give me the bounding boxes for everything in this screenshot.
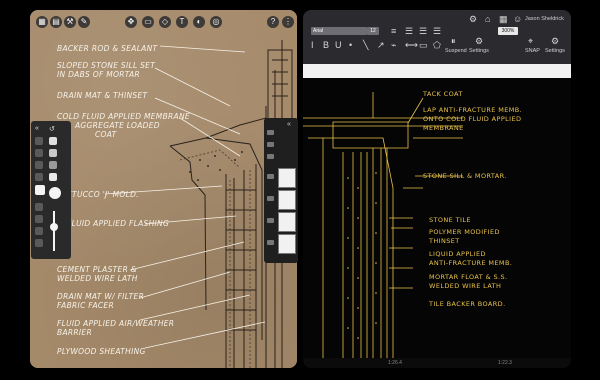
horizontal-ruler[interactable] xyxy=(303,64,571,78)
home-icon[interactable]: ⌂ xyxy=(485,14,490,24)
calendar-icon[interactable]: ▦ xyxy=(499,14,508,24)
cad-note-membrane: Membrane xyxy=(423,124,464,132)
note-drain-filter: Drain Mat w/ Filter xyxy=(57,292,145,301)
note-plywood: Plywood Sheathing xyxy=(57,347,146,356)
color-well-icon[interactable] xyxy=(35,185,45,195)
settings-gear-icon[interactable]: ⚙ xyxy=(469,14,477,24)
line-icon[interactable]: ╲ xyxy=(363,40,368,50)
color-swatch-icon[interactable] xyxy=(49,137,57,145)
snap-settings-icon[interactable]: ⚙ xyxy=(551,36,559,46)
align-right-icon[interactable]: ☰ xyxy=(433,26,441,36)
brush-panel[interactable]: « xyxy=(264,118,298,263)
pencil-icon[interactable] xyxy=(35,149,43,157)
brush-stroke-preview[interactable] xyxy=(278,234,296,254)
settings-icon[interactable]: ⚙ xyxy=(475,36,483,46)
user-icon[interactable]: ☺ xyxy=(513,14,522,24)
user-name[interactable]: Jason Sheldrick xyxy=(525,16,564,22)
cad-note-onto-cold: onto Cold Fluid Applied xyxy=(423,115,522,123)
note-dabs-mortar: in Dabs of Mortar xyxy=(57,70,140,79)
cad-canvas[interactable]: ⚙ ⌂ ▦ ☺ Jason Sheldrick Arial 12 ≡ ☰ ☰ ☰… xyxy=(303,10,571,368)
status-right-coordinate: 1:22.3 xyxy=(498,360,512,366)
brush-size-icon[interactable] xyxy=(49,187,61,199)
note-fluid-flashing: Fluid Applied Flashing xyxy=(67,219,170,228)
suspend-icon[interactable]: ⏸ xyxy=(451,36,456,46)
status-bar: 1:26.4 1:22.3 xyxy=(303,358,571,368)
note-air-barrier: Fluid Applied Air/Weather xyxy=(57,319,175,328)
note-stucco: Stucco 'J' Mold. xyxy=(67,190,139,199)
note-sloped-sill: Sloped Stone Sill Set xyxy=(57,61,156,70)
cad-note-polymer: Polymer Modified xyxy=(429,228,500,236)
grey-swatch-icon[interactable] xyxy=(49,149,57,157)
arrow-icon[interactable]: ↗ xyxy=(377,40,385,50)
note-barrier: Barrier xyxy=(57,328,92,337)
snap-label[interactable]: SNAP xyxy=(525,48,540,54)
cad-note-anti-fracture: Anti-Fracture Memb. xyxy=(429,259,513,267)
suspend-label[interactable]: Suspend xyxy=(445,48,467,54)
white-swatch-icon[interactable] xyxy=(49,173,57,181)
zoom-field[interactable]: 300% xyxy=(498,27,518,35)
brush-preset-icon[interactable] xyxy=(267,154,274,159)
polyline-icon[interactable]: ⌁ xyxy=(391,40,396,50)
cad-note-tile-backer: Tile Backer Board. xyxy=(429,300,506,308)
cad-toolbar: ⚙ ⌂ ▦ ☺ Jason Sheldrick Arial 12 ≡ ☰ ☰ ☰… xyxy=(303,10,571,64)
underline-icon[interactable]: U xyxy=(335,40,342,50)
smudge-icon[interactable] xyxy=(35,203,43,211)
polygon-icon[interactable]: ⬠ xyxy=(433,40,441,50)
rectangle-icon[interactable]: ▭ xyxy=(419,40,428,50)
opacity-slider-handle[interactable] xyxy=(50,223,58,231)
note-coat: Coat xyxy=(95,130,117,139)
bold-icon[interactable]: B xyxy=(323,40,329,50)
note-cold-fluid: Cold Fluid Applied Membrane xyxy=(57,112,190,121)
note-backer-rod: Backer Rod & Sealant xyxy=(57,44,158,53)
note-aggregate: Aggregate Loaded xyxy=(75,121,160,130)
list-icon[interactable]: • xyxy=(349,40,352,50)
cad-note-mortar-float: Mortar Float & S.S. xyxy=(429,273,508,281)
airbrush-icon[interactable] xyxy=(35,239,43,247)
undo-icon[interactable]: ↺ xyxy=(49,125,57,133)
paragraph-icon[interactable]: ≡ xyxy=(391,26,396,36)
marker-icon[interactable] xyxy=(35,161,43,169)
cad-note-lap-anti: Lap Anti-Fracture Memb. xyxy=(423,106,523,114)
brush-icon[interactable] xyxy=(35,137,43,145)
font-size-select[interactable]: 12 xyxy=(367,27,379,35)
align-center-icon[interactable]: ☰ xyxy=(419,26,427,36)
dark-swatch-icon[interactable] xyxy=(49,161,57,169)
close-panel-icon[interactable]: « xyxy=(287,121,291,128)
brush-stroke-preview[interactable] xyxy=(278,212,296,232)
italic-icon[interactable]: I xyxy=(311,40,314,50)
cad-note-welded-wire: Welded Wire Lath xyxy=(429,282,502,290)
fill-icon[interactable] xyxy=(35,215,43,223)
eraser-icon[interactable] xyxy=(35,173,43,181)
brush-preset-icon[interactable] xyxy=(267,240,274,245)
cad-note-tack-coat: Tack Coat xyxy=(423,90,463,98)
brush-preset-icon[interactable] xyxy=(267,130,274,135)
cad-note-liquid: Liquid Applied xyxy=(429,250,486,258)
note-cement-plaster: Cement Plaster & xyxy=(57,265,137,274)
gradient-icon[interactable] xyxy=(35,227,43,235)
brush-preset-icon[interactable] xyxy=(267,196,274,201)
align-left-icon[interactable]: ☰ xyxy=(405,26,413,36)
brush-preset-icon[interactable] xyxy=(267,142,274,147)
cad-note-stone-sill: Stone Sill & Mortar. xyxy=(423,172,507,180)
note-drain-mat: Drain Mat & Thinset xyxy=(57,91,148,100)
brush-stroke-preview[interactable] xyxy=(278,190,296,210)
cad-note-stone-tile: Stone Tile xyxy=(429,216,471,224)
collapse-icon[interactable]: « xyxy=(35,125,43,133)
brush-preset-icon[interactable] xyxy=(267,174,274,179)
brush-preset-icon[interactable] xyxy=(267,218,274,223)
settings-label[interactable]: Settings xyxy=(469,48,489,54)
brush-stroke-preview[interactable] xyxy=(278,168,296,188)
note-welded-wire: Welded Wire Lath xyxy=(57,274,138,283)
tool-palette[interactable]: « ↺ xyxy=(31,121,71,259)
status-left-coordinate: 1:26.4 xyxy=(388,360,402,366)
snap-settings-label[interactable]: Settings xyxy=(545,48,565,54)
note-fabric-facer: Fabric Facer xyxy=(57,301,114,310)
dimension-icon[interactable]: ⟷ xyxy=(405,40,418,50)
opacity-slider[interactable] xyxy=(53,211,55,251)
cad-note-thinset: Thinset xyxy=(429,237,460,245)
font-family-select[interactable]: Arial xyxy=(311,27,367,35)
snap-icon[interactable]: ⌖ xyxy=(528,36,533,46)
